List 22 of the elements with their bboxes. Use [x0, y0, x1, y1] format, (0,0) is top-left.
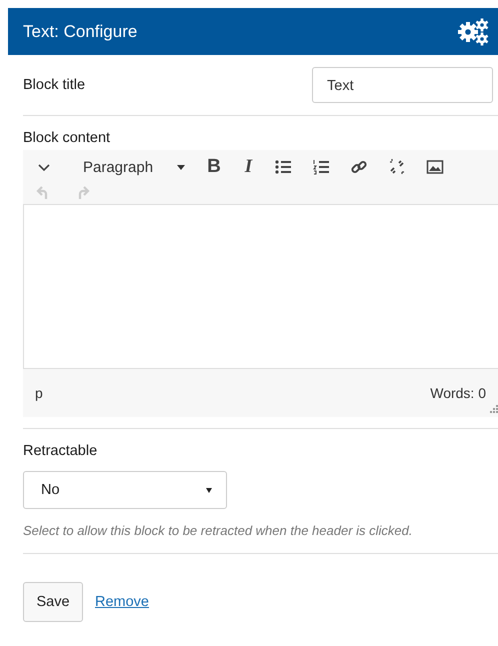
- format-dropdown[interactable]: Paragraph: [73, 158, 186, 176]
- dialog-title: Text: Configure: [23, 22, 138, 42]
- resize-grip-icon[interactable]: [490, 405, 498, 413]
- field-label: Retractable: [23, 443, 98, 461]
- word-count: Words: 0: [430, 385, 486, 401]
- caret-icon: [206, 488, 212, 492]
- field-label: Block title: [23, 77, 86, 93]
- save-button[interactable]: Save: [23, 582, 83, 622]
- retractable-select[interactable]: No: [23, 471, 227, 509]
- field-label: Block content: [23, 130, 112, 148]
- numbered-list-icon[interactable]: [312, 158, 330, 176]
- block-title-input[interactable]: Text: [312, 67, 493, 103]
- bulleted-list-icon[interactable]: [274, 158, 292, 176]
- bold-button[interactable]: B: [205, 156, 223, 178]
- image-icon[interactable]: [426, 158, 444, 176]
- italic-button[interactable]: I: [242, 156, 254, 178]
- caret-icon: [177, 164, 186, 170]
- link-icon[interactable]: [350, 158, 368, 176]
- gears-icon[interactable]: [458, 18, 490, 46]
- remove-link[interactable]: Remove: [95, 594, 149, 610]
- element-path: p: [35, 385, 43, 401]
- help-text: Select to allow this block to be retracted when the header is clicked.: [23, 522, 413, 540]
